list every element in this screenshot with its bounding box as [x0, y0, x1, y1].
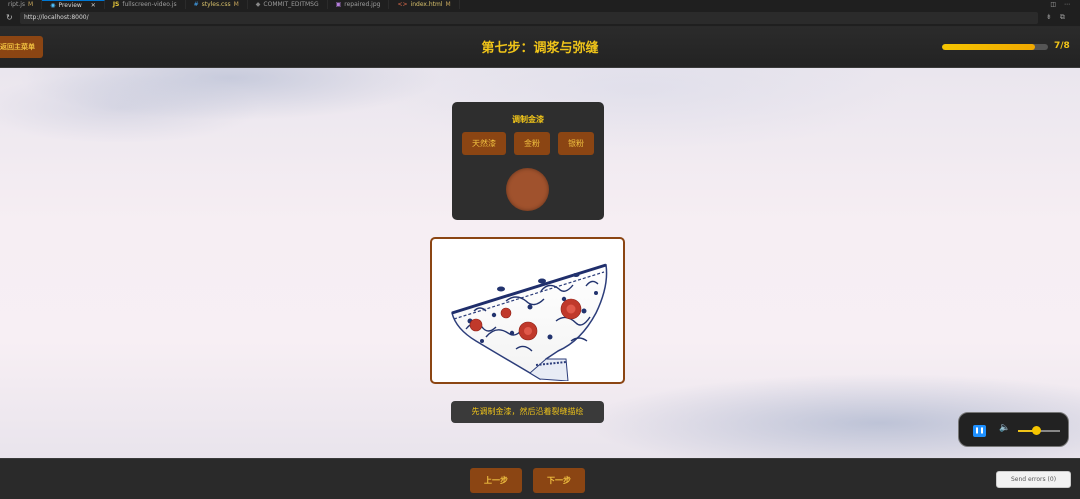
tab-fullscreen-video-js[interactable]: JS fullscreen-video.js: [105, 0, 186, 9]
modified-badge: M: [28, 1, 34, 8]
media-controls: ❚❚ 🔈: [958, 412, 1069, 447]
tab-preview[interactable]: ◉ Preview ✕: [42, 0, 105, 9]
tab-script-js[interactable]: ript.js M: [0, 0, 43, 9]
modified-badge: M: [445, 1, 451, 8]
editor-actions: ◫ ⋯: [1050, 0, 1070, 9]
mixing-title: 调制金漆: [512, 115, 544, 124]
pause-button[interactable]: ❚❚: [973, 425, 986, 437]
next-step-button[interactable]: 下一步: [533, 468, 585, 493]
tab-label: Preview: [58, 1, 82, 9]
tab-repaired-jpg[interactable]: ▣ repaired.jpg: [328, 0, 390, 9]
ingredient-natural-lacquer[interactable]: 天然漆: [462, 132, 506, 155]
send-errors-button[interactable]: Send errors (0): [996, 471, 1071, 488]
close-icon[interactable]: ✕: [91, 2, 96, 9]
progress-bar: [942, 44, 1048, 50]
page-title: 第七步：调浆与弥缝: [481, 41, 599, 56]
browser-toolbar: ↻ http://localhost:8000/ ⇟ ⧉: [0, 9, 1080, 27]
html-file-icon: <>: [397, 1, 408, 8]
modified-badge: M: [233, 1, 239, 8]
app-footer: 上一步 下一步 Send errors (0): [0, 458, 1080, 499]
browser-menu-icon[interactable]: ⇟: [1046, 13, 1052, 22]
app-header: 返回主菜单 第七步：调浆与弥缝 7/8: [0, 27, 1080, 68]
porcelain-bowl-canvas[interactable]: [430, 237, 625, 384]
tab-styles-css[interactable]: # styles.css M: [186, 0, 248, 9]
porcelain-bowl-image: [446, 241, 611, 381]
url-field[interactable]: http://localhost:8000/: [20, 11, 1038, 24]
preview-icon: ◉: [50, 1, 56, 9]
reload-icon[interactable]: ↻: [6, 13, 16, 22]
tab-label: ript.js: [8, 1, 25, 8]
instruction-hint: 先调制金漆，然后沿着裂缝描绘: [451, 401, 604, 423]
volume-icon[interactable]: 🔈: [999, 423, 1010, 433]
progress-text: 7/8: [1054, 41, 1070, 51]
tab-label: index.html: [410, 1, 443, 8]
tab-index-html[interactable]: <> index.html M: [389, 0, 460, 9]
volume-knob[interactable]: [1032, 426, 1042, 435]
git-icon: ◆: [255, 1, 261, 8]
css-file-icon: #: [193, 1, 199, 8]
tab-label: repaired.jpg: [344, 1, 381, 8]
editor-tab-bar: ript.js M ◉ Preview ✕ JS fullscreen-vide…: [0, 0, 1080, 9]
tab-label: fullscreen-video.js: [122, 1, 177, 8]
mixing-panel: 调制金漆 天然漆 金粉 银粉: [452, 102, 604, 220]
prev-step-button[interactable]: 上一步: [470, 468, 522, 493]
app: 返回主菜单 第七步：调浆与弥缝 7/8 调制金漆 天然漆 金粉 银粉 先调制金漆…: [0, 27, 1080, 499]
more-icon[interactable]: ⋯: [1064, 1, 1070, 8]
split-editor-icon[interactable]: ◫: [1050, 1, 1056, 8]
mixing-bowl[interactable]: [506, 168, 549, 211]
image-icon: ▣: [335, 1, 342, 8]
ingredient-gold-powder[interactable]: 金粉: [514, 132, 550, 155]
stage: 调制金漆 天然漆 金粉 银粉 先调制金漆，然后沿着裂缝描绘 ❚❚ 🔈: [0, 68, 1080, 458]
js-file-icon: JS: [112, 1, 120, 8]
open-external-icon[interactable]: ⧉: [1060, 13, 1065, 22]
tab-commit-editmsg[interactable]: ◆ COMMIT_EDITMSG: [248, 0, 328, 9]
ingredient-silver-powder[interactable]: 银粉: [558, 132, 594, 155]
tab-label: styles.css: [201, 1, 231, 8]
tab-label: COMMIT_EDITMSG: [263, 1, 319, 8]
progress-fill: [942, 44, 1035, 50]
